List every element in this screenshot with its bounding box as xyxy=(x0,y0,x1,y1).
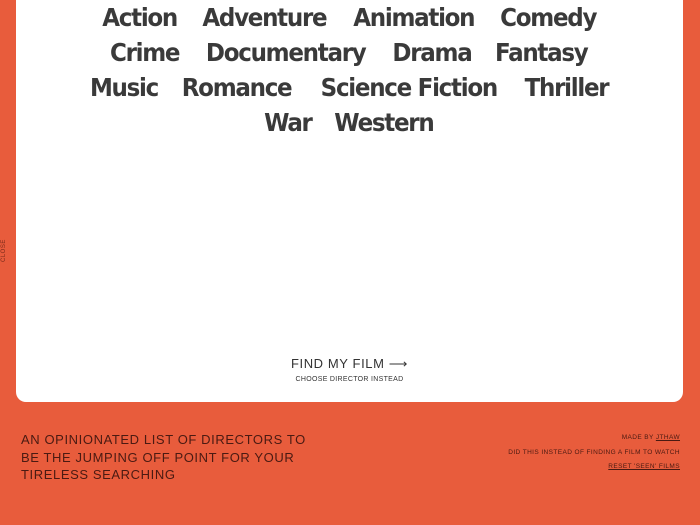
genre-war[interactable]: War xyxy=(264,105,313,140)
genre-fantasy[interactable]: Fantasy xyxy=(495,35,589,70)
genre-science-fiction[interactable]: Science Fiction xyxy=(321,70,499,105)
genre-panel: Action Adventure Animation Comedy Crime … xyxy=(16,0,683,402)
site-tagline: AN OPINIONATED LIST OF DIRECTORS TO BE T… xyxy=(21,432,306,482)
genre-list: Action Adventure Animation Comedy Crime … xyxy=(16,0,683,140)
genre-drama[interactable]: Drama xyxy=(392,35,472,70)
made-by-line: MADE BY JTHAW xyxy=(508,431,680,446)
genre-documentary[interactable]: Documentary xyxy=(206,35,367,70)
genre-animation[interactable]: Animation xyxy=(353,0,475,35)
arrow-right-icon: ⟶ xyxy=(388,356,409,371)
genre-thriller[interactable]: Thriller xyxy=(525,70,610,105)
genre-row: Action Adventure Animation Comedy xyxy=(16,0,683,35)
find-my-film-button[interactable]: FIND MY FILM ⟶ xyxy=(16,356,683,372)
genre-row: Music Romance Science Fiction Thriller xyxy=(16,70,683,105)
reset-seen-films-link[interactable]: RESET 'SEEN' FILMS xyxy=(608,463,680,470)
choose-director-link[interactable]: CHOOSE DIRECTOR INSTEAD xyxy=(16,376,683,383)
genre-music[interactable]: Music xyxy=(90,70,159,105)
genre-row: War Western xyxy=(16,105,683,140)
footer-credits: MADE BY JTHAW DID THIS INSTEAD OF FINDIN… xyxy=(508,431,680,475)
genre-adventure[interactable]: Adventure xyxy=(202,0,327,35)
genre-romance[interactable]: Romance xyxy=(182,70,293,105)
genre-comedy[interactable]: Comedy xyxy=(500,0,597,35)
author-link[interactable]: JTHAW xyxy=(656,434,680,441)
find-my-film-label: FIND MY FILM xyxy=(290,356,385,371)
footer-note: DID THIS INSTEAD OF FINDING A FILM TO WA… xyxy=(508,448,680,456)
genre-row: Crime Documentary Drama Fantasy xyxy=(16,35,683,70)
genre-crime[interactable]: Crime xyxy=(110,35,181,70)
made-by-prefix: MADE BY xyxy=(621,434,656,441)
genre-action[interactable]: Action xyxy=(102,0,178,35)
genre-western[interactable]: Western xyxy=(334,105,434,140)
close-button[interactable]: CLOSE xyxy=(1,239,7,262)
